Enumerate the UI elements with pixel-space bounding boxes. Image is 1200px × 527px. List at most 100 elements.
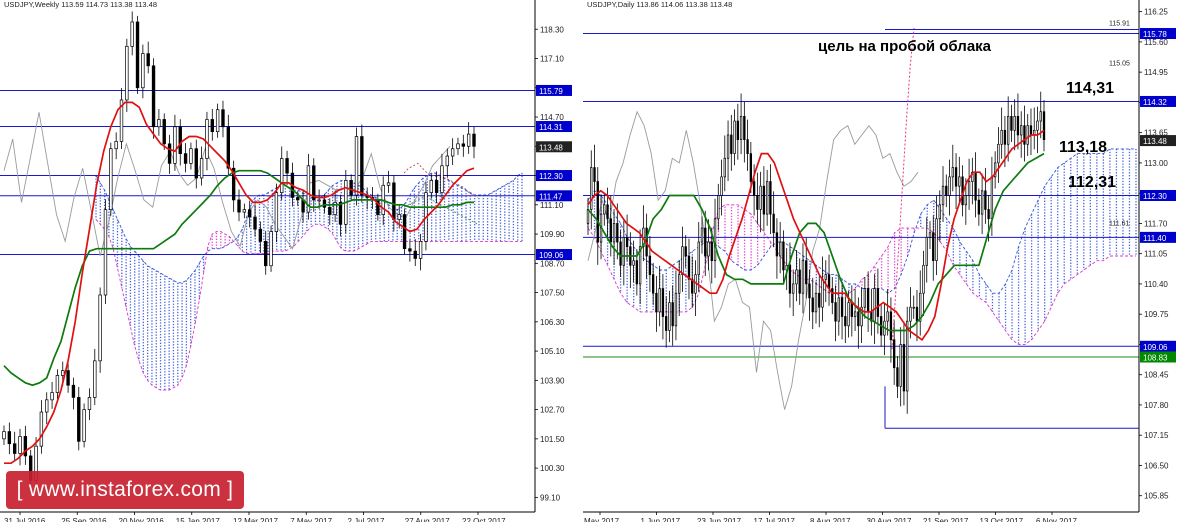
y-tick-label: 114.95 — [1144, 68, 1168, 77]
candle — [648, 255, 652, 275]
price-label: 113.48 — [539, 143, 563, 152]
candle — [840, 297, 844, 317]
candle — [456, 143, 460, 150]
annotation-level: 114,31 — [1066, 80, 1114, 97]
candle — [873, 288, 876, 322]
price-label: 111.40 — [1143, 234, 1167, 243]
candle — [752, 181, 756, 196]
candle — [922, 264, 925, 294]
y-tick-label: 109.90 — [540, 230, 565, 239]
candle — [655, 292, 658, 313]
x-tick-label: 31 Jul 2016 — [4, 517, 46, 522]
candle — [429, 180, 433, 193]
annotation-target: цель на пробой облака — [818, 38, 992, 55]
annotation-level: 113,18 — [1059, 139, 1107, 156]
candle — [915, 306, 919, 322]
x-tick-label: 13 Oct 2017 — [980, 517, 1024, 522]
candle — [590, 167, 593, 210]
candle — [322, 199, 327, 208]
candle — [808, 283, 811, 299]
candle — [896, 367, 899, 387]
candle — [440, 165, 444, 193]
candle — [596, 181, 599, 243]
candle — [221, 109, 225, 128]
candle — [847, 302, 850, 327]
candle — [782, 241, 785, 271]
candle — [775, 232, 779, 257]
candle — [162, 119, 166, 145]
price-label: 112.30 — [539, 172, 563, 181]
y-tick-label: 113.00 — [1144, 159, 1168, 168]
candle — [951, 167, 954, 178]
chart-stage: 118.30117.10115.90114.70113.50112.30111.… — [0, 0, 1200, 526]
price-label: 109.06 — [1143, 343, 1168, 352]
candle — [977, 199, 981, 215]
candle — [850, 302, 853, 317]
y-tick-label: 107.15 — [1144, 431, 1169, 440]
candle — [844, 316, 847, 327]
candle — [945, 185, 948, 196]
x-tick-label: 17 Jul 2017 — [754, 517, 796, 522]
y-tick-label: 102.70 — [540, 406, 565, 415]
candle — [586, 209, 590, 224]
candle — [269, 231, 273, 267]
candle — [205, 119, 209, 159]
candle — [285, 158, 289, 174]
y-tick-label: 108.70 — [540, 259, 565, 268]
y-tick-label: 111.70 — [1144, 219, 1168, 228]
candle — [593, 167, 596, 182]
candle — [609, 218, 612, 243]
candle — [827, 274, 831, 289]
candle — [687, 255, 691, 280]
candle — [109, 148, 113, 211]
candle — [151, 65, 156, 128]
candle — [798, 269, 801, 294]
small-level-label: 111.61 — [1109, 221, 1129, 228]
y-tick-label: 115.60 — [1144, 38, 1168, 47]
price-label: 111.47 — [539, 192, 563, 201]
price-label: 114.32 — [1143, 98, 1167, 107]
candle — [413, 250, 417, 259]
candle — [146, 53, 150, 67]
candle — [1000, 129, 1003, 145]
candle — [938, 204, 941, 220]
candle — [720, 176, 723, 196]
price-label: 115.78 — [1143, 30, 1167, 39]
y-tick-label: 110.40 — [1144, 280, 1168, 289]
candle — [66, 370, 70, 386]
candle — [756, 195, 759, 210]
candle — [834, 302, 837, 322]
candle — [114, 141, 118, 150]
candle — [831, 288, 834, 303]
candle — [274, 192, 279, 232]
price-label: 112.30 — [1143, 192, 1167, 201]
candle — [805, 260, 808, 285]
chart-header: USDJPY,Daily 113.86 114.06 113.38 113.48 — [587, 0, 732, 9]
candle — [811, 297, 814, 313]
panel-weekly: 118.30117.10115.90114.70113.50112.30111.… — [0, 0, 572, 526]
candle — [765, 181, 769, 215]
candle — [418, 241, 423, 259]
y-tick-label: 118.30 — [540, 25, 564, 34]
candle — [55, 375, 60, 393]
candle — [354, 136, 359, 196]
candle — [801, 260, 805, 294]
candle — [909, 306, 912, 322]
candle — [935, 218, 938, 262]
candle — [736, 120, 739, 140]
candle — [226, 126, 231, 169]
candle — [461, 143, 466, 147]
candle — [681, 246, 684, 275]
candle — [948, 176, 951, 196]
candle — [795, 269, 798, 285]
candle — [619, 241, 622, 266]
candle — [974, 171, 977, 201]
x-tick-label: 21 Sep 2017 — [923, 517, 969, 522]
candle — [445, 155, 449, 167]
candle — [625, 237, 629, 248]
candle — [739, 116, 743, 140]
y-tick-label: 105.10 — [540, 347, 565, 356]
x-tick-label: 20 Nov 2016 — [119, 517, 165, 522]
candle — [1042, 111, 1046, 140]
x-tick-label: 7 May 2017 — [290, 517, 332, 522]
